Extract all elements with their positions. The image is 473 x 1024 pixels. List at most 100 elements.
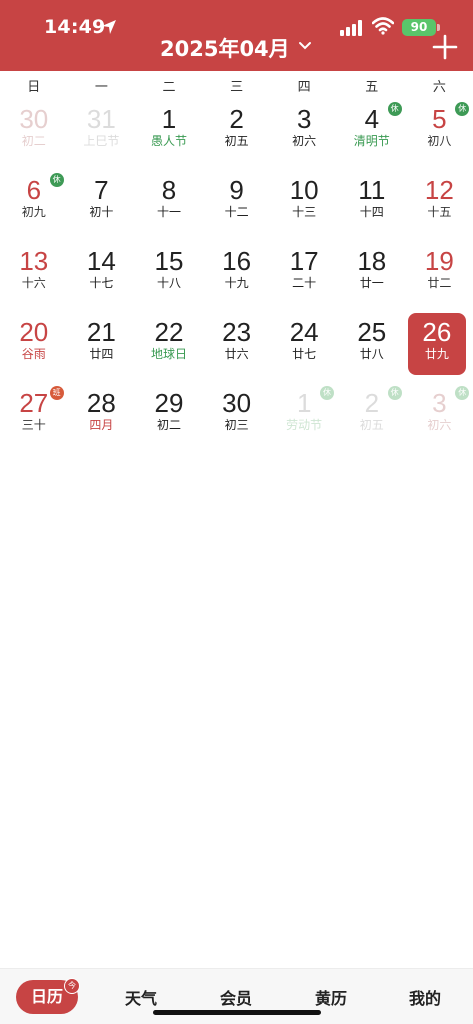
calendar-day[interactable]: 24 廿七 [270, 317, 338, 383]
calendar-day[interactable]: 19 廿二 [406, 246, 473, 312]
calendar-day[interactable]: 13 十六 [0, 246, 68, 312]
weekday-label: 日 [27, 80, 41, 95]
day-number: 21 [86, 317, 116, 347]
calendar-day[interactable]: 20 谷雨 [0, 317, 68, 383]
calendar-day[interactable]: 6 初九休 [0, 173, 68, 241]
calendar-day[interactable]: 9 十二 [203, 175, 271, 241]
lunar-label: 初五 [224, 134, 249, 148]
weekday-label: 四 [297, 80, 311, 95]
calendar-day[interactable]: 17 二十 [270, 246, 338, 312]
day-number: 11 [358, 175, 386, 205]
day-number: 22 [154, 317, 184, 347]
calendar-day[interactable]: 31 上巳节 [68, 104, 136, 170]
calendar-day[interactable]: 7 初十 [68, 175, 136, 241]
calendar-day[interactable]: 16 十九 [203, 246, 271, 312]
calendar-day[interactable]: 23 廿六 [203, 317, 271, 383]
day-number: 19 [424, 246, 454, 276]
calendar-day[interactable]: 27 三十班 [0, 386, 68, 454]
battery-indicator: 90 [402, 19, 436, 36]
weekday-header: 日 一 二 三 四 五 六 [0, 76, 473, 96]
location-arrow-icon [102, 20, 116, 34]
tab-almanac[interactable]: 黄历 [301, 985, 361, 1009]
lunar-label: 上巳节 [83, 134, 120, 148]
calendar-day[interactable]: 21 廿四 [68, 317, 136, 383]
lunar-label: 初六 [292, 134, 317, 148]
lunar-label: 廿七 [292, 347, 317, 361]
day-number: 3 [296, 104, 312, 134]
calendar-day[interactable]: 28 四月 [68, 388, 136, 454]
calendar-day[interactable]: 15 十八 [135, 246, 203, 312]
lunar-label: 初五 [359, 418, 384, 432]
holiday-badge: 休 [49, 173, 64, 187]
holiday-badge: 休 [319, 386, 334, 400]
lunar-label: 廿二 [427, 276, 452, 290]
lunar-label: 愚人节 [150, 134, 187, 148]
calendar-day[interactable]: 2 初五 [203, 104, 271, 170]
wifi-icon [372, 17, 394, 35]
calendar-day[interactable]: 30 初三 [203, 388, 271, 454]
calendar-day[interactable]: 29 初二 [135, 388, 203, 454]
tab-weather[interactable]: 天气 [111, 985, 171, 1009]
lunar-label: 十三 [292, 205, 317, 219]
calendar-day[interactable]: 30 初二 [0, 104, 68, 170]
calendar-day[interactable]: 5 初八休 [406, 102, 473, 170]
lunar-label: 初八 [427, 134, 452, 148]
calendar-day[interactable]: 10 十三 [270, 175, 338, 241]
add-icon[interactable] [432, 34, 458, 60]
day-number: 12 [424, 175, 454, 205]
calendar-day[interactable]: 18 廿一 [338, 246, 406, 312]
calendar-day[interactable]: 22 地球日 [135, 317, 203, 383]
calendar-day[interactable]: 3 初六 [270, 104, 338, 170]
calendar-day[interactable]: 8 十一 [135, 175, 203, 241]
weekday-label: 二 [162, 80, 176, 95]
calendar-day[interactable]: 12 十五 [406, 175, 473, 241]
battery-tip [437, 24, 440, 31]
day-number: 30 [222, 388, 252, 418]
lunar-label: 十九 [224, 276, 249, 290]
calendar-day[interactable]: 11 十四 [338, 175, 406, 241]
holiday-badge: 休 [387, 102, 402, 116]
tab-mine[interactable]: 我的 [395, 985, 455, 1009]
day-number: 15 [154, 246, 184, 276]
calendar-day[interactable]: 1 劳动节休 [270, 386, 338, 454]
calendar-day[interactable]: 14 十七 [68, 246, 136, 312]
chevron-down-icon[interactable] [298, 41, 312, 51]
day-number: 28 [86, 388, 116, 418]
app-header: 14:49 90 2025年04月 [0, 0, 473, 71]
today-mark-badge: 今 [64, 978, 80, 994]
lunar-label: 四月 [89, 418, 114, 432]
cellular-signal-icon [340, 20, 362, 36]
lunar-label: 劳动节 [286, 418, 323, 432]
lunar-label: 初六 [427, 418, 452, 432]
lunar-label: 初三 [224, 418, 249, 432]
lunar-label: 十二 [224, 205, 249, 219]
calendar-day[interactable]: 4 清明节休 [338, 102, 406, 170]
tab-member[interactable]: 会员 [206, 985, 266, 1009]
calendar-day-today[interactable]: 26 廿九 [407, 313, 467, 375]
day-number: 1 [161, 104, 177, 134]
day-number: 31 [86, 104, 116, 134]
lunar-label: 初二 [156, 418, 181, 432]
weekday-label: 三 [230, 80, 244, 95]
day-number: 24 [289, 317, 319, 347]
day-number: 17 [289, 246, 319, 276]
calendar-day[interactable]: 2 初五休 [338, 386, 406, 454]
calendar-day[interactable]: 1 愚人节 [135, 104, 203, 170]
lunar-label: 三十 [21, 418, 46, 432]
lunar-label: 二十 [292, 276, 317, 290]
day-number: 13 [19, 246, 49, 276]
calendar-day[interactable]: 25 廿八 [338, 317, 406, 383]
day-number: 25 [357, 317, 387, 347]
weekday-label: 一 [94, 80, 108, 95]
calendar-day[interactable]: 3 初六休 [406, 386, 473, 454]
lunar-label: 初二 [21, 134, 46, 148]
month-title[interactable]: 2025年04月 [160, 33, 290, 63]
lunar-label: 初十 [89, 205, 114, 219]
day-number: 7 [94, 175, 109, 205]
day-number: 23 [222, 317, 252, 347]
tab-bar: 日历 今 天气 会员 黄历 我的 [0, 968, 473, 1024]
day-number: 8 [161, 175, 177, 205]
lunar-label: 十一 [156, 205, 181, 219]
weekday-label: 五 [365, 80, 379, 95]
lunar-label: 廿九 [424, 347, 449, 361]
